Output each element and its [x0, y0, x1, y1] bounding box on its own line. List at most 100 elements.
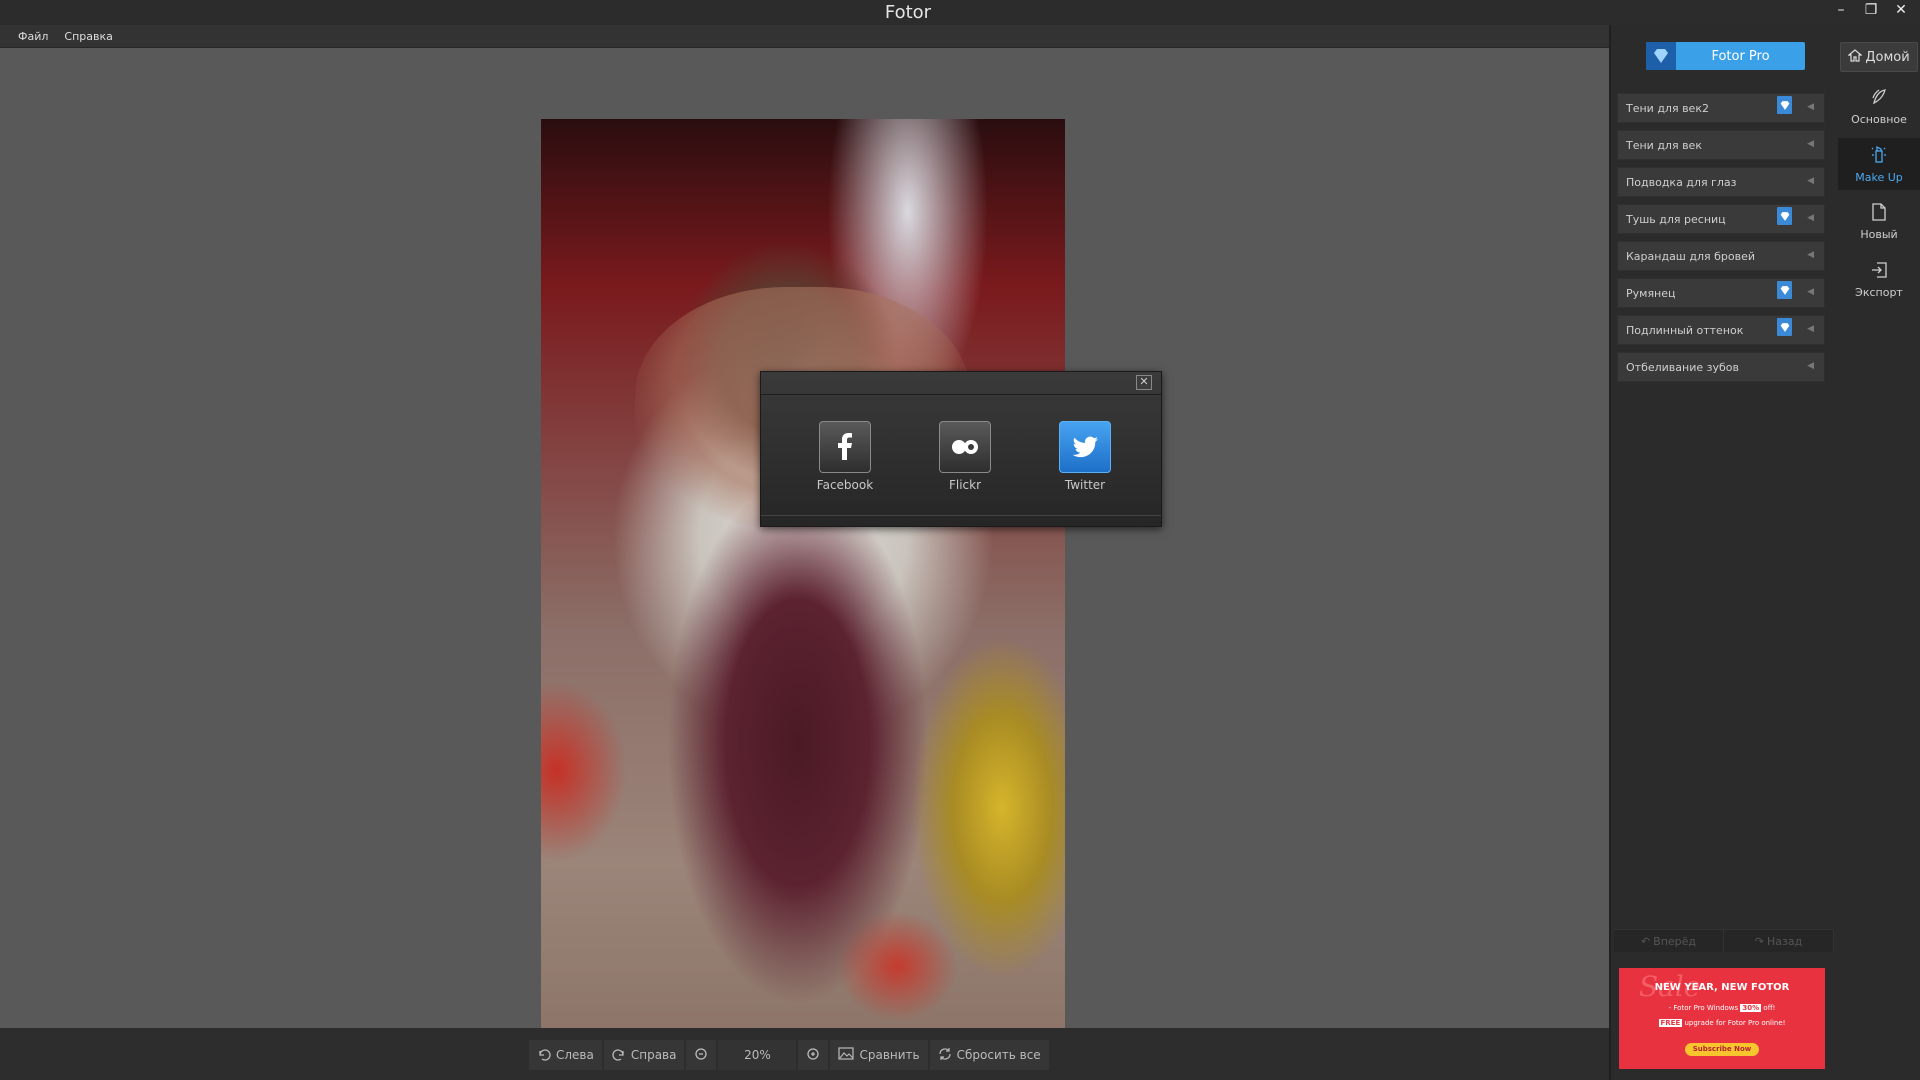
- nav-makeup[interactable]: Make Up: [1838, 138, 1920, 190]
- basic-icon: [1869, 86, 1889, 110]
- expand-arrow-icon: ◀: [1807, 250, 1814, 260]
- promo-title: NEW YEAR, NEW FOTOR: [1654, 982, 1790, 993]
- zoom-out-icon: [694, 1047, 708, 1064]
- flickr-icon: [939, 421, 991, 473]
- image-icon: [838, 1047, 855, 1063]
- nav-export[interactable]: Экспорт: [1838, 254, 1920, 306]
- zoom-level: 20%: [718, 1040, 797, 1070]
- rotate-right-button[interactable]: Справа: [603, 1040, 685, 1070]
- share-label: Facebook: [816, 478, 874, 492]
- expand-arrow-icon: ◀: [1807, 213, 1814, 223]
- rotate-left-icon: [537, 1047, 551, 1064]
- zoom-in-icon: [806, 1047, 820, 1064]
- tool-true-tone[interactable]: Подлинный оттенок ◀: [1617, 315, 1825, 345]
- promo-line2-text: upgrade for Fotor Pro online!: [1684, 1019, 1786, 1027]
- export-icon: [1870, 261, 1888, 283]
- tool-mascara[interactable]: Тушь для ресниц ◀: [1617, 204, 1825, 234]
- expand-arrow-icon: ◀: [1807, 176, 1814, 186]
- forward-button[interactable]: ↶ Вперёд: [1614, 930, 1724, 952]
- undo-icon: ↶: [1640, 934, 1651, 948]
- tool-label: Тени для век: [1626, 138, 1702, 152]
- facebook-icon: [819, 421, 871, 473]
- tool-label: Отбеливание зубов: [1626, 360, 1739, 374]
- tool-blush[interactable]: Румянец ◀: [1617, 278, 1825, 308]
- promo-line1: - Fotor Pro Windows 30% off!: [1619, 1004, 1825, 1012]
- window-controls: – ❐ ✕: [1828, 0, 1914, 22]
- side-nav: Основное Make Up Новый Экспорт: [1838, 80, 1920, 312]
- promo-banner[interactable]: Sale NEW YEAR, NEW FOTOR - Fotor Pro Win…: [1619, 968, 1825, 1069]
- window-title: Fotor: [884, 2, 932, 23]
- pro-badge-icon: [1777, 96, 1792, 114]
- share-options: Facebook Flickr Twitter: [761, 395, 1161, 492]
- restore-button[interactable]: ❐: [1858, 0, 1884, 20]
- rotate-right-label: Справа: [630, 1048, 677, 1062]
- tool-eyeliner[interactable]: Подводка для глаз ◀: [1617, 167, 1825, 197]
- forward-label: Вперёд: [1653, 934, 1697, 948]
- back-button[interactable]: ↷ Назад: [1724, 930, 1834, 952]
- reset-all-button[interactable]: Сбросить все: [929, 1040, 1049, 1070]
- fotor-pro-button[interactable]: Fotor Pro: [1646, 42, 1805, 70]
- compare-button[interactable]: Сравнить: [830, 1040, 928, 1070]
- right-panel: Fotor Pro Домой Тени для век2 ◀ Тени для…: [1609, 25, 1920, 1080]
- nav-label: Экспорт: [1855, 286, 1903, 299]
- close-icon: ✕: [1895, 2, 1907, 18]
- tool-eyeshadow2[interactable]: Тени для век2 ◀: [1617, 93, 1825, 123]
- compare-label: Сравнить: [859, 1048, 920, 1062]
- close-icon: ✕: [1139, 375, 1149, 388]
- tool-label: Подводка для глаз: [1626, 175, 1737, 189]
- reset-icon: [938, 1047, 952, 1064]
- dialog-close-button[interactable]: ✕: [1136, 375, 1152, 390]
- nav-basic[interactable]: Основное: [1838, 80, 1920, 132]
- tool-label: Тушь для ресниц: [1626, 212, 1726, 226]
- bottom-toolbar: Слева Справа 20% Сравнить Сбросить все: [0, 1028, 1609, 1080]
- share-label: Flickr: [948, 478, 982, 492]
- reset-label: Сбросить все: [956, 1048, 1041, 1062]
- share-label: Twitter: [1064, 478, 1106, 492]
- expand-arrow-icon: ◀: [1807, 287, 1814, 297]
- minimize-icon: –: [1837, 2, 1845, 18]
- dialog-footer-divider: [761, 515, 1161, 516]
- share-facebook-button[interactable]: Facebook: [808, 421, 882, 492]
- zoom-in-button[interactable]: [798, 1040, 829, 1070]
- share-dialog: ✕ Facebook Flickr Twitter: [760, 371, 1162, 527]
- tool-brow-pencil[interactable]: Карандаш для бровей ◀: [1617, 241, 1825, 271]
- fotor-pro-label: Fotor Pro: [1711, 48, 1770, 64]
- tool-teeth-whitening[interactable]: Отбеливание зубов ◀: [1617, 352, 1825, 382]
- title-bar: Fotor – ❐ ✕: [0, 0, 1920, 25]
- promo-free-badge: FREE: [1658, 1019, 1683, 1027]
- expand-arrow-icon: ◀: [1807, 361, 1814, 371]
- diamond-icon: [1646, 42, 1676, 70]
- nav-new[interactable]: Новый: [1838, 196, 1920, 248]
- menu-file[interactable]: Файл: [18, 30, 48, 43]
- promo-line1-suffix: off!: [1763, 1004, 1776, 1012]
- nav-label: Make Up: [1855, 171, 1903, 184]
- share-flickr-button[interactable]: Flickr: [928, 421, 1002, 492]
- tool-label: Карандаш для бровей: [1626, 249, 1756, 263]
- minimize-button[interactable]: –: [1828, 0, 1854, 20]
- makeup-tools-list: Тени для век2 ◀ Тени для век ◀ Подводка …: [1617, 93, 1825, 389]
- dialog-header: ✕: [761, 372, 1161, 395]
- home-button[interactable]: Домой: [1840, 42, 1918, 72]
- menu-bar: Файл Справка: [0, 25, 1619, 48]
- zoom-out-button[interactable]: [686, 1040, 717, 1070]
- nav-label: Основное: [1851, 113, 1907, 126]
- menu-help[interactable]: Справка: [64, 30, 112, 43]
- promo-line1-prefix: - Fotor Pro Windows: [1668, 1004, 1739, 1012]
- close-window-button[interactable]: ✕: [1888, 0, 1914, 20]
- bottom-tools: Слева Справа 20% Сравнить Сбросить все: [529, 1040, 1049, 1070]
- edited-photo[interactable]: [541, 119, 1065, 1050]
- tool-eyeshadow[interactable]: Тени для век ◀: [1617, 130, 1825, 160]
- twitter-icon: [1059, 421, 1111, 473]
- home-icon: [1847, 48, 1863, 66]
- share-twitter-button[interactable]: Twitter: [1048, 421, 1122, 492]
- makeup-icon: [1869, 144, 1889, 168]
- pro-badge-icon: [1777, 207, 1792, 225]
- nav-label: Новый: [1860, 228, 1898, 241]
- promo-subscribe-button[interactable]: Subscribe Now: [1685, 1043, 1759, 1056]
- rotate-left-button[interactable]: Слева: [529, 1040, 602, 1070]
- canvas-area[interactable]: [0, 48, 1609, 1050]
- back-label: Назад: [1767, 934, 1803, 948]
- tool-label: Румянец: [1626, 286, 1676, 300]
- promo-line2: FREE upgrade for Fotor Pro online!: [1619, 1019, 1825, 1027]
- expand-arrow-icon: ◀: [1807, 324, 1814, 334]
